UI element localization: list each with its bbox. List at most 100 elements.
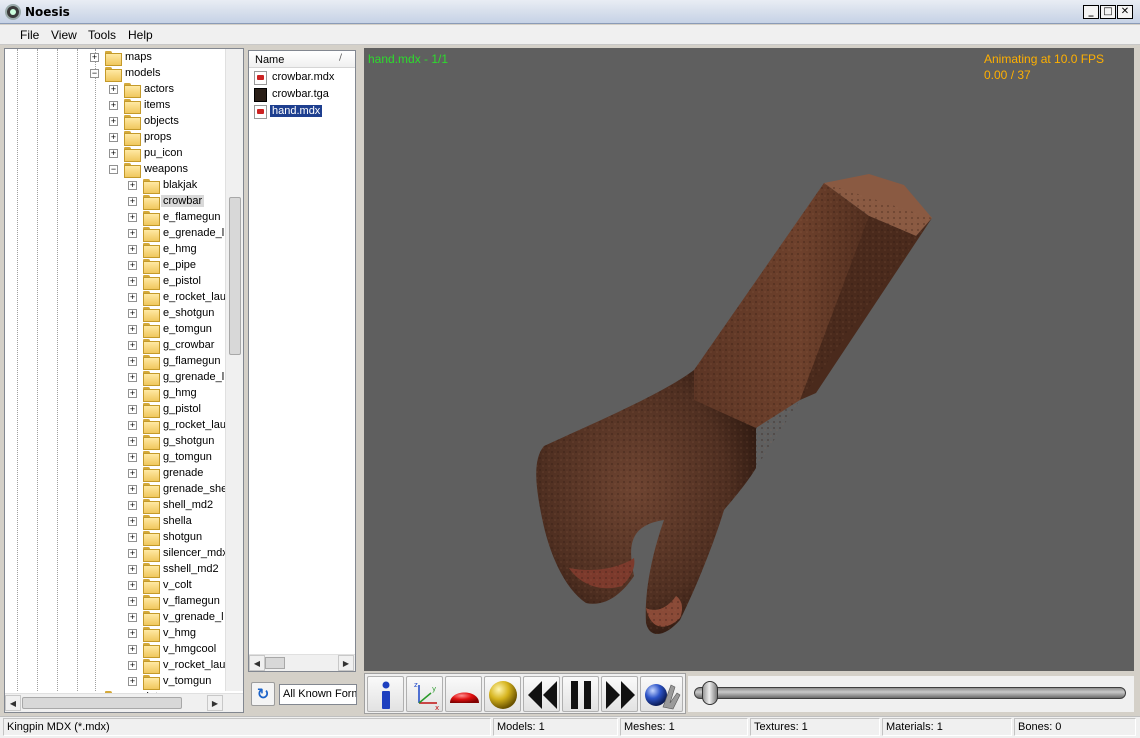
tree-horizontal-scroll-thumb[interactable] (22, 697, 182, 709)
format-filter-select[interactable]: All Known Formats (279, 684, 357, 705)
pause-button[interactable] (562, 676, 599, 712)
expand-plus-icon[interactable]: + (128, 341, 137, 350)
expand-plus-icon[interactable]: + (109, 133, 118, 142)
tree-item[interactable]: + objects (5, 114, 225, 130)
file-list-header[interactable]: Name / (249, 51, 355, 68)
animation-timeline[interactable] (688, 676, 1134, 712)
tree-vertical-scrollbar[interactable] (225, 49, 243, 691)
expand-plus-icon[interactable]: + (128, 677, 137, 686)
expand-plus-icon[interactable]: + (128, 421, 137, 430)
tree-item[interactable]: + maps (5, 50, 225, 66)
expand-plus-icon[interactable]: + (128, 389, 137, 398)
expand-plus-icon[interactable]: + (109, 101, 118, 110)
tree-item[interactable]: + shotgun (5, 530, 225, 546)
scroll-left-arrow-icon[interactable]: ◀ (5, 695, 21, 711)
column-name-header[interactable]: Name (255, 54, 284, 66)
expand-plus-icon[interactable]: + (128, 453, 137, 462)
model-viewport[interactable]: hand.mdx - 1/1 Animating at 10.0 FPS 0.0… (364, 48, 1134, 671)
minimize-button[interactable]: _ (1083, 5, 1099, 19)
expand-plus-icon[interactable]: + (128, 597, 137, 606)
expand-plus-icon[interactable]: + (128, 373, 137, 382)
expand-plus-icon[interactable]: + (128, 277, 137, 286)
tree-item[interactable]: + v_grenade_l (5, 610, 225, 626)
tree-item[interactable]: + g_tomgun (5, 450, 225, 466)
title-bar[interactable]: Noesis _ □ ✕ (0, 0, 1140, 24)
tree-item[interactable]: + sshell_md2 (5, 562, 225, 578)
tree-item[interactable]: + v_hmgcool (5, 642, 225, 658)
tree-item[interactable]: + props (5, 130, 225, 146)
tree-item[interactable]: + items (5, 98, 225, 114)
expand-plus-icon[interactable]: + (128, 613, 137, 622)
tree-item[interactable]: + v_tomgun (5, 674, 225, 690)
tree-item[interactable]: + e_hmg (5, 242, 225, 258)
tree-item[interactable]: + e_rocket_lau (5, 290, 226, 306)
expand-plus-icon[interactable]: + (128, 229, 137, 238)
tree-item[interactable]: + e_flamegun (5, 210, 225, 226)
menu-file[interactable]: File (20, 28, 39, 42)
tree-item[interactable]: + e_shotgun (5, 306, 225, 322)
expand-plus-icon[interactable]: + (128, 533, 137, 542)
expand-plus-icon[interactable]: + (128, 293, 137, 302)
expand-plus-icon[interactable]: + (128, 485, 137, 494)
tree-item[interactable]: + shell_md2 (5, 498, 225, 514)
tree-item[interactable]: + pu_icon (5, 146, 225, 162)
expand-plus-icon[interactable]: + (128, 181, 137, 190)
collapse-minus-icon[interactable]: − (90, 69, 99, 78)
expand-plus-icon[interactable]: + (128, 357, 137, 366)
rewind-button[interactable] (523, 676, 560, 712)
tree-item[interactable]: + grenade (5, 466, 225, 482)
file-list-horizontal-scrollbar[interactable]: ◀ ▶ (249, 654, 355, 671)
file-list-item[interactable]: crowbar.tga (253, 87, 353, 103)
tree-item[interactable]: + actors (5, 82, 225, 98)
expand-plus-icon[interactable]: + (128, 261, 137, 270)
tree-item[interactable]: + shella (5, 514, 225, 530)
info-button[interactable] (367, 676, 404, 712)
maximize-button[interactable]: □ (1100, 5, 1116, 19)
folder-tree[interactable]: + maps − models + actors + items + objects + props +… (4, 48, 244, 713)
expand-plus-icon[interactable]: + (128, 549, 137, 558)
tree-item[interactable]: + e_grenade_l (5, 226, 225, 242)
tree-item[interactable]: + crowbar (5, 194, 225, 210)
expand-plus-icon[interactable]: + (128, 309, 137, 318)
tree-item[interactable]: + v_flamegun (5, 594, 225, 610)
expand-plus-icon[interactable]: + (109, 117, 118, 126)
file-list-item[interactable]: crowbar.mdx (253, 70, 353, 86)
tree-item[interactable]: − weapons (5, 162, 225, 178)
menu-view[interactable]: View (51, 28, 77, 42)
timeline-track[interactable] (694, 687, 1126, 699)
expand-plus-icon[interactable]: + (128, 405, 137, 414)
menu-tools[interactable]: Tools (88, 28, 116, 42)
axes-toggle-button[interactable]: z y x (406, 676, 443, 712)
expand-plus-icon[interactable]: + (90, 53, 99, 62)
tree-horizontal-scrollbar[interactable]: ◀ ▶ (5, 693, 243, 712)
collapse-minus-icon[interactable]: − (109, 165, 118, 174)
expand-plus-icon[interactable]: + (109, 149, 118, 158)
expand-plus-icon[interactable]: + (128, 437, 137, 446)
expand-plus-icon[interactable]: + (128, 645, 137, 654)
sphere-hand-button[interactable] (640, 676, 683, 712)
tree-item[interactable]: + silencer_mdx (5, 546, 228, 562)
file-list-item[interactable]: hand.mdx (253, 104, 353, 120)
timeline-thumb[interactable] (702, 681, 718, 705)
tree-item[interactable]: + v_hmg (5, 626, 225, 642)
tree-item[interactable]: + g_shotgun (5, 434, 225, 450)
red-dome-button[interactable] (445, 676, 482, 712)
file-list[interactable]: Name / crowbar.mdx crowbar.tga hand.mdx ◀ … (248, 50, 356, 672)
file-list-scroll-thumb[interactable] (265, 657, 285, 669)
tree-item[interactable]: + blakjak (5, 178, 225, 194)
gold-sphere-button[interactable] (484, 676, 521, 712)
expand-plus-icon[interactable]: + (128, 581, 137, 590)
expand-plus-icon[interactable]: + (128, 501, 137, 510)
expand-plus-icon[interactable]: + (109, 85, 118, 94)
expand-plus-icon[interactable]: + (128, 245, 137, 254)
tree-item[interactable]: + v_colt (5, 578, 225, 594)
fast-forward-button[interactable] (601, 676, 638, 712)
expand-plus-icon[interactable]: + (128, 565, 137, 574)
scroll-right-arrow-icon[interactable]: ▶ (338, 655, 354, 671)
tree-item[interactable]: + g_hmg (5, 386, 225, 402)
scroll-left-arrow-icon[interactable]: ◀ (249, 655, 265, 671)
expand-plus-icon[interactable]: + (128, 629, 137, 638)
tree-item[interactable]: + e_pipe (5, 258, 225, 274)
refresh-button[interactable]: ↻ (251, 682, 275, 706)
expand-plus-icon[interactable]: + (128, 197, 137, 206)
